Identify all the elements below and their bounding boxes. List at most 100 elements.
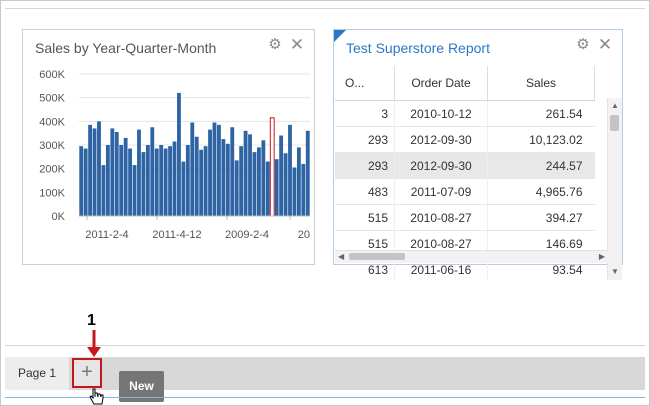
bar[interactable]	[269, 117, 275, 217]
bar[interactable]	[288, 124, 292, 216]
table-row[interactable]: 293 2012-09-30 10,123.02	[335, 126, 595, 153]
bar[interactable]	[194, 136, 199, 216]
bar[interactable]	[163, 148, 168, 216]
bar[interactable]	[132, 165, 137, 216]
bar[interactable]	[168, 146, 172, 216]
y-tick-label: 200K	[39, 164, 65, 176]
callout-arrow-icon	[87, 330, 101, 357]
column-header-order-id[interactable]: O...	[335, 66, 395, 101]
bar[interactable]	[230, 127, 235, 216]
x-tick-label: 2009-2-4	[225, 229, 269, 241]
cell-order-id: 515	[335, 204, 395, 231]
cell-sales: 394.27	[487, 204, 595, 231]
bar[interactable]	[137, 129, 141, 216]
scroll-down-arrow-icon[interactable]: ▼	[611, 268, 619, 276]
bar[interactable]	[154, 148, 159, 216]
bar[interactable]	[97, 121, 101, 216]
bar[interactable]	[141, 152, 146, 216]
bar[interactable]	[225, 143, 230, 216]
close-icon[interactable]: ✕	[596, 36, 614, 54]
gear-icon[interactable]: ⚙	[266, 36, 284, 54]
horizontal-scroll-thumb[interactable]	[349, 253, 405, 260]
bar[interactable]	[185, 145, 190, 216]
bar[interactable]	[177, 92, 181, 216]
bar[interactable]	[83, 148, 88, 216]
bar[interactable]	[265, 161, 270, 216]
close-icon[interactable]: ✕	[288, 36, 306, 54]
cell-order-date: 2010-10-12	[394, 100, 488, 127]
column-header-order-date[interactable]: Order Date	[394, 66, 488, 101]
table-header-row: O... Order Date Sales	[335, 66, 595, 101]
y-tick-label: 0K	[52, 211, 66, 223]
bar[interactable]	[292, 167, 297, 216]
selected-corner-marker	[334, 30, 346, 42]
report-table: O... Order Date Sales 3 2010-10-12 261.54 2…	[335, 66, 595, 280]
bar[interactable]	[119, 145, 124, 216]
bar[interactable]	[212, 122, 217, 216]
report-widget-title: Test Superstore Report	[346, 40, 490, 56]
bar[interactable]	[305, 130, 310, 216]
bar[interactable]	[248, 134, 252, 216]
vertical-scroll-thumb[interactable]	[610, 115, 619, 131]
table-row[interactable]: 293 2012-09-30 244.57	[335, 152, 595, 179]
bar[interactable]	[234, 160, 239, 216]
bar[interactable]	[252, 152, 257, 216]
report-widget[interactable]: Test Superstore Report ⚙ ✕ O... Order Da…	[333, 29, 623, 280]
bar[interactable]	[243, 130, 248, 216]
scroll-right-arrow-icon[interactable]: ▶	[599, 253, 605, 261]
bar[interactable]	[301, 163, 306, 216]
table-row[interactable]: 3 2010-10-12 261.54	[335, 100, 595, 127]
bar[interactable]	[274, 159, 279, 216]
cell-order-id: 293	[335, 126, 395, 153]
bar[interactable]	[88, 124, 93, 216]
bar[interactable]	[181, 161, 186, 216]
bar[interactable]	[261, 140, 266, 216]
bar[interactable]	[296, 147, 301, 216]
bar[interactable]	[128, 148, 133, 216]
chart-widget[interactable]: Sales by Year-Quarter-Month ⚙ ✕ 0K 100K 20…	[22, 29, 315, 265]
bar[interactable]	[217, 124, 221, 216]
cell-sales: 10,123.02	[487, 126, 595, 153]
cell-order-date: 2012-09-30	[394, 152, 488, 179]
y-tick-label: 500K	[39, 93, 65, 105]
bar[interactable]	[145, 145, 150, 216]
bar[interactable]	[221, 139, 226, 216]
bar[interactable]	[203, 146, 208, 216]
bar[interactable]	[199, 149, 204, 216]
bar[interactable]	[150, 127, 155, 216]
table-row[interactable]: 483 2011-07-09 4,965.76	[335, 178, 595, 205]
bar[interactable]	[256, 147, 261, 216]
canvas-top-divider	[5, 8, 645, 9]
column-header-sales[interactable]: Sales	[487, 66, 595, 101]
bar[interactable]	[105, 145, 110, 216]
scroll-left-arrow-icon[interactable]: ◀	[338, 253, 344, 261]
cell-sales: 244.57	[487, 152, 595, 179]
bar[interactable]	[123, 137, 128, 216]
add-page-button[interactable]: +	[72, 358, 102, 388]
bar[interactable]	[208, 129, 212, 216]
y-tick-label: 300K	[39, 140, 65, 152]
bar[interactable]	[110, 128, 115, 216]
table-row[interactable]: 515 2010-08-27 394.27	[335, 204, 595, 231]
bar[interactable]	[239, 146, 244, 216]
bar[interactable]	[159, 145, 164, 216]
bar[interactable]	[190, 122, 195, 216]
hand-cursor-icon	[89, 388, 104, 405]
sales-bar-chart[interactable]: 0K 100K 200K 300K 400K 500K 600K 2011-2-4 2011-4…	[23, 66, 314, 264]
scroll-up-arrow-icon[interactable]: ▲	[611, 102, 619, 110]
bar[interactable]	[279, 135, 284, 216]
vertical-scrollbar[interactable]: ▲ ▼	[607, 98, 622, 280]
gear-icon[interactable]: ⚙	[574, 36, 592, 54]
bar[interactable]	[283, 153, 288, 216]
bar[interactable]	[101, 165, 106, 216]
bar[interactable]	[114, 131, 119, 216]
cell-order-id: 483	[335, 178, 395, 205]
bar[interactable]	[92, 128, 97, 216]
cell-sales: 261.54	[487, 100, 595, 127]
x-tick-label: 2011-2-4	[85, 229, 128, 241]
bar[interactable]	[172, 141, 177, 216]
bar[interactable]	[79, 146, 84, 216]
tab-page-1[interactable]: Page 1	[5, 357, 69, 390]
horizontal-scrollbar[interactable]: ◀ ▶	[335, 250, 608, 263]
cell-sales: 4,965.76	[487, 178, 595, 205]
